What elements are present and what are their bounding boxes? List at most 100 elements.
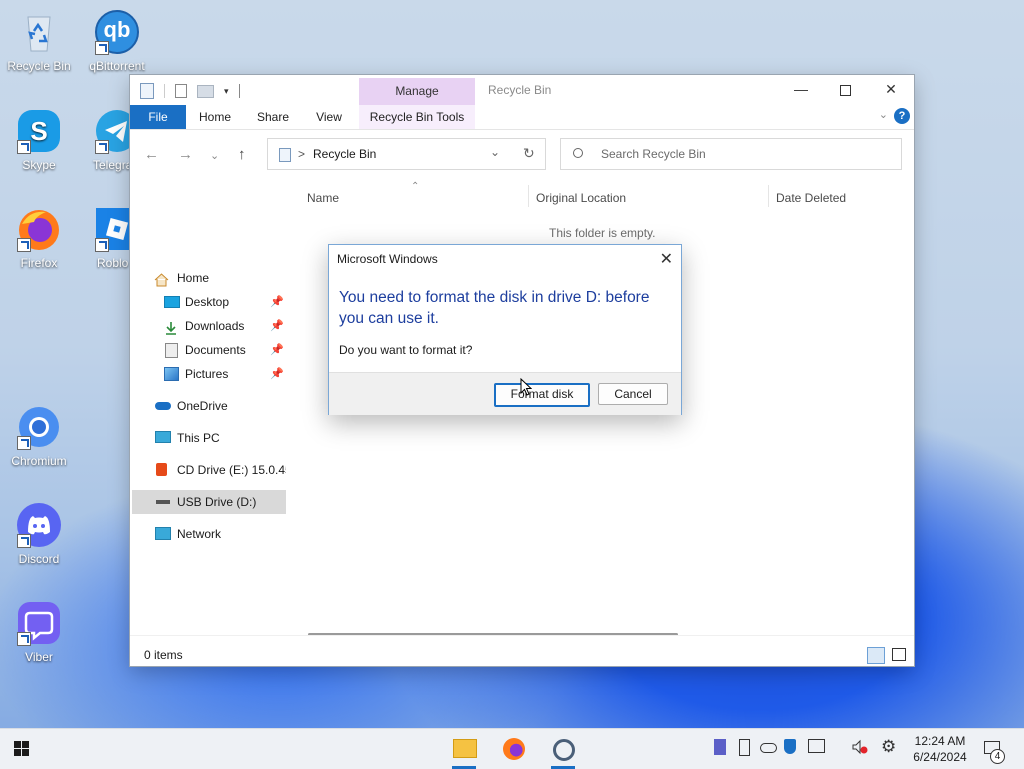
windows-logo-icon (22, 749, 29, 756)
sidebar-item-desktop[interactable]: Desktop 📌 (162, 290, 292, 314)
dialog-close-button[interactable]: ✕ (660, 249, 673, 269)
desktop-icon-recycle-bin[interactable]: Recycle Bin (1, 9, 77, 73)
network-icon[interactable] (808, 739, 825, 753)
windows-security-icon[interactable] (784, 739, 796, 754)
start-button[interactable] (12, 739, 32, 759)
manage-context-tab[interactable]: Manage (359, 78, 475, 105)
back-arrow-icon[interactable]: ← (144, 146, 159, 163)
taskbar-settings[interactable] (543, 729, 583, 769)
chromium-icon (16, 404, 62, 450)
usb-eject-icon[interactable] (739, 739, 750, 756)
navigation-bar: ← → ⌄ ↑ > Recycle Bin ⌄ ↻ Search Recycle… (130, 129, 914, 179)
sidebar-item-network[interactable]: Network (154, 522, 221, 546)
skype-icon: S (16, 108, 62, 154)
desktop-icon-discord[interactable]: Discord (1, 502, 77, 566)
sidebar-label: OneDrive (177, 399, 228, 413)
tab-recycle-bin-tools[interactable]: Recycle Bin Tools (359, 105, 475, 129)
desktop-icon-firefox[interactable]: Firefox (1, 206, 77, 270)
desktop-icon-label: Recycle Bin (7, 59, 71, 73)
mouse-cursor-icon (520, 378, 532, 396)
column-header-original-location[interactable]: Original Location (536, 191, 626, 205)
search-placeholder: Search Recycle Bin (601, 147, 706, 161)
taskbar: ⚙ 12:24 AM 6/24/2024 4 (0, 728, 1024, 769)
cancel-button[interactable]: Cancel (598, 383, 668, 405)
desktop-icon-chromium[interactable]: Chromium (1, 404, 77, 468)
svg-text:S: S (30, 116, 47, 146)
item-count: 0 items (144, 648, 183, 662)
sidebar-label: Desktop (185, 295, 230, 309)
desktop-icon-viber[interactable]: Viber (1, 600, 77, 664)
notification-center-button[interactable]: 4 (982, 739, 1005, 764)
refresh-icon[interactable]: ↻ (523, 145, 535, 162)
search-box[interactable]: Search Recycle Bin (560, 138, 902, 170)
dialog-main-instruction: You need to format the disk in drive D: … (339, 289, 650, 327)
shortcut-arrow-icon (95, 140, 109, 154)
tab-view[interactable]: View (308, 105, 350, 129)
details-view-button[interactable] (867, 647, 885, 664)
new-folder-icon[interactable] (197, 84, 214, 98)
pin-icon[interactable]: 📌 (270, 362, 284, 386)
up-arrow-icon[interactable]: ↑ (238, 146, 246, 163)
column-divider[interactable] (528, 185, 529, 207)
sidebar-item-onedrive[interactable]: OneDrive (154, 394, 228, 418)
close-button[interactable]: ✕ (868, 75, 914, 103)
help-icon[interactable]: ? (894, 108, 910, 124)
sidebar-item-usb-drive[interactable]: USB Drive (D:) (132, 490, 286, 514)
format-disk-button[interactable]: Format disk (494, 383, 590, 407)
windows-logo-icon (14, 749, 21, 756)
desktop-icon-qbittorrent[interactable]: qb qBittorrent (79, 9, 155, 73)
sidebar-item-cd-drive[interactable]: CD Drive (E:) 15.0.456 (154, 458, 286, 482)
tab-file[interactable]: File (130, 105, 186, 129)
properties-icon[interactable] (175, 84, 187, 98)
desktop-icon-label: Chromium (11, 454, 67, 468)
sidebar-item-documents[interactable]: Documents 📌 (162, 338, 292, 362)
window-title: Recycle Bin (488, 83, 552, 97)
address-bar[interactable]: > Recycle Bin ⌄ ↻ (267, 138, 546, 170)
volume-muted-icon[interactable] (852, 739, 868, 755)
sidebar-label: Home (177, 271, 210, 285)
search-icon (573, 148, 583, 158)
maximize-button[interactable] (822, 75, 868, 103)
shortcut-arrow-icon (17, 534, 31, 548)
pin-icon[interactable]: 📌 (270, 314, 284, 338)
teams-icon[interactable] (714, 739, 726, 755)
forward-arrow-icon[interactable]: → (178, 146, 193, 163)
sidebar-label: Network (177, 527, 222, 541)
this-pc-icon (155, 431, 171, 443)
sidebar-item-this-pc[interactable]: This PC (154, 426, 220, 450)
minimize-icon: — (794, 81, 808, 97)
onedrive-offline-icon[interactable] (760, 743, 777, 753)
taskbar-file-explorer[interactable] (444, 729, 484, 769)
qbittorrent-icon: qb (94, 9, 140, 55)
windows-logo-icon (14, 741, 21, 748)
dialog-button-area: Format disk Cancel (329, 372, 681, 415)
address-dropdown-icon[interactable]: ⌄ (490, 145, 500, 159)
taskbar-firefox[interactable] (494, 729, 534, 769)
shortcut-arrow-icon (95, 41, 109, 55)
recent-locations-icon[interactable]: ⌄ (210, 149, 219, 162)
pin-icon[interactable]: 📌 (270, 290, 284, 314)
sidebar-item-home[interactable]: Home (154, 266, 209, 290)
clock[interactable]: 12:24 AM 6/24/2024 (912, 733, 968, 765)
tab-share[interactable]: Share (250, 105, 296, 129)
desktop-icon-skype[interactable]: S Skype (1, 108, 77, 172)
settings-gear-icon[interactable]: ⚙ (881, 737, 896, 757)
minimize-button[interactable]: — (778, 75, 824, 103)
large-icons-view-button[interactable] (892, 648, 906, 661)
expand-ribbon-icon[interactable]: ⌄ (879, 108, 888, 121)
documents-icon (165, 343, 178, 358)
sidebar-item-pictures[interactable]: Pictures 📌 (162, 362, 292, 386)
column-header-name[interactable]: Name (307, 191, 339, 205)
column-header-date-deleted[interactable]: Date Deleted (776, 191, 846, 205)
breadcrumb-recycle-bin[interactable]: Recycle Bin (313, 147, 376, 161)
dialog-title: Microsoft Windows (337, 252, 438, 266)
column-divider[interactable] (768, 185, 769, 207)
toolbar-divider (238, 84, 240, 98)
qbittorrent-logo-text: qb (103, 17, 131, 42)
firefox-icon (503, 738, 525, 760)
sidebar-item-downloads[interactable]: Downloads 📌 (162, 314, 292, 338)
tab-home[interactable]: Home (192, 105, 238, 129)
shortcut-arrow-icon (17, 436, 31, 450)
customize-toolbar-icon[interactable]: ▾ (224, 86, 229, 97)
pin-icon[interactable]: 📌 (270, 338, 284, 362)
